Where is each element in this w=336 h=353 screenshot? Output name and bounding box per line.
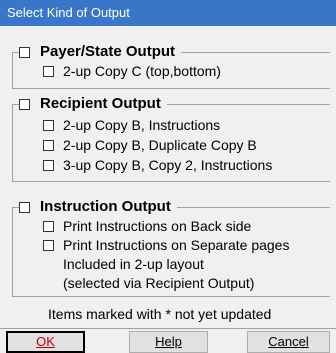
payer-state-checkbox[interactable] (19, 46, 30, 58)
included-note: Included in 2-up layout (63, 256, 204, 272)
copy-c-checkbox[interactable] (43, 65, 54, 77)
back-side-checkbox[interactable] (43, 220, 54, 232)
footer-note: Items marked with * not yet updated (48, 306, 272, 322)
copy-b-instructions-checkbox[interactable] (43, 119, 54, 131)
option-copy-c[interactable]: 2-up Copy C (top,bottom) (43, 63, 221, 79)
cancel-button[interactable]: Cancel (247, 331, 330, 353)
copy-b-duplicate-checkbox[interactable] (43, 139, 54, 151)
instruction-toggle[interactable]: Instruction Output (19, 198, 177, 216)
copy-b-instructions-label: 2-up Copy B, Instructions (63, 117, 221, 133)
button-separator (0, 328, 336, 329)
option-3up-copy-b[interactable]: 3-up Copy B, Copy 2, Instructions (43, 157, 272, 173)
option-back-side[interactable]: Print Instructions on Back side (43, 218, 251, 234)
instruction-group: Instruction Output Print Instructions on… (12, 198, 330, 297)
window-title: Select Kind of Output (7, 5, 130, 20)
selected-via-note: (selected via Recipient Output) (63, 275, 255, 291)
recipient-label: Recipient Output (40, 95, 161, 112)
option-separate-pages[interactable]: Print Instructions on Separate pages (43, 237, 289, 253)
payer-state-group: Payer/State Output 2-up Copy C (top,bott… (12, 43, 330, 89)
recipient-toggle[interactable]: Recipient Output (19, 95, 167, 113)
title-bar: Select Kind of Output (0, 0, 336, 26)
instruction-label: Instruction Output (40, 198, 171, 215)
help-button[interactable]: Help (129, 331, 208, 353)
payer-state-label: Payer/State Output (40, 43, 176, 60)
instruction-checkbox[interactable] (19, 201, 30, 213)
copy-c-label: 2-up Copy C (top,bottom) (63, 63, 221, 79)
separate-pages-checkbox[interactable] (43, 239, 54, 251)
help-button-label: Help (155, 334, 182, 349)
3up-copy-b-checkbox[interactable] (43, 159, 54, 171)
option-copy-b-instructions[interactable]: 2-up Copy B, Instructions (43, 117, 220, 133)
3up-copy-b-label: 3-up Copy B, Copy 2, Instructions (63, 157, 273, 173)
back-side-label: Print Instructions on Back side (63, 218, 252, 234)
separate-pages-label: Print Instructions on Separate pages (63, 237, 290, 253)
recipient-checkbox[interactable] (19, 98, 30, 110)
cancel-button-label: Cancel (268, 334, 309, 349)
copy-b-duplicate-label: 2-up Copy B, Duplicate Copy B (63, 137, 257, 153)
payer-state-toggle[interactable]: Payer/State Output (19, 43, 182, 61)
recipient-group: Recipient Output 2-up Copy B, Instructio… (12, 95, 330, 182)
ok-button[interactable]: OK (6, 331, 85, 353)
ok-button-label: OK (36, 334, 55, 349)
option-copy-b-duplicate[interactable]: 2-up Copy B, Duplicate Copy B (43, 137, 257, 153)
